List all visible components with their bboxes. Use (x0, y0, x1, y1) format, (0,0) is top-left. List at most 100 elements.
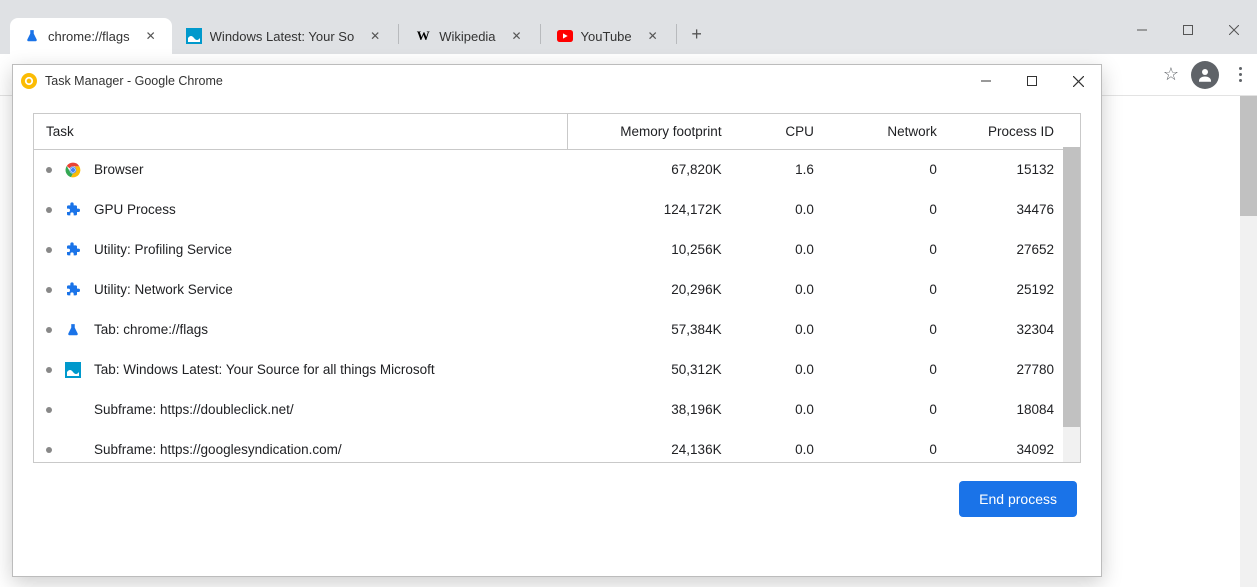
tab-strip: chrome://flags ✕ Windows Latest: Your So… (0, 14, 1257, 54)
task-table-scrollbar[interactable] (1063, 147, 1080, 462)
task-memory: 124,172K (567, 190, 741, 230)
close-icon[interactable]: ✕ (646, 29, 660, 43)
task-memory: 20,296K (567, 270, 741, 310)
task-network: 0 (834, 350, 957, 390)
maximize-button[interactable] (1009, 65, 1055, 97)
task-pid: 25192 (957, 270, 1080, 310)
column-header-cpu[interactable]: CPU (742, 114, 834, 150)
task-name: GPU Process (94, 202, 176, 217)
column-header-pid[interactable]: Process ID (957, 114, 1080, 150)
task-name: Subframe: https://doubleclick.net/ (94, 402, 294, 417)
extension-icon (64, 201, 82, 219)
close-button[interactable] (1211, 14, 1257, 46)
end-process-button[interactable]: End process (959, 481, 1077, 517)
column-header-network[interactable]: Network (834, 114, 957, 150)
tab-windows-latest[interactable]: Windows Latest: Your So ✕ (172, 18, 397, 54)
task-manager-window: Task Manager - Google Chrome Task Memory… (12, 64, 1102, 577)
status-dot-icon (46, 367, 52, 373)
task-table-container: Task Memory footprint CPU Network Proces… (33, 113, 1081, 463)
task-network: 0 (834, 270, 957, 310)
page-scrollbar-thumb[interactable] (1240, 96, 1257, 216)
task-name: Subframe: https://googlesyndication.com/ (94, 442, 342, 457)
task-pid: 34476 (957, 190, 1080, 230)
task-cpu: 0.0 (742, 230, 834, 270)
task-memory: 67,820K (567, 150, 741, 190)
task-pid: 27652 (957, 230, 1080, 270)
flask-icon (24, 28, 40, 44)
column-header-task[interactable]: Task (34, 114, 567, 150)
task-row[interactable]: GPU Process 124,172K0.0034476 (34, 190, 1080, 230)
status-dot-icon (46, 167, 52, 173)
task-network: 0 (834, 390, 957, 430)
tab-label: Windows Latest: Your So (210, 29, 355, 44)
no-icon (64, 441, 82, 459)
task-network: 0 (834, 150, 957, 190)
maximize-button[interactable] (1165, 14, 1211, 46)
status-dot-icon (46, 327, 52, 333)
page-scrollbar[interactable] (1240, 96, 1257, 587)
task-row[interactable]: Tab: chrome://flags57,384K0.0032304 (34, 310, 1080, 350)
kebab-menu-icon[interactable] (1231, 67, 1249, 82)
task-manager-icon (21, 73, 37, 89)
task-memory: 38,196K (567, 390, 741, 430)
task-name: Browser (94, 162, 144, 177)
task-manager-window-controls (963, 65, 1101, 97)
tab-separator (540, 24, 541, 44)
status-dot-icon (46, 207, 52, 213)
minimize-button[interactable] (1119, 14, 1165, 46)
task-name: Tab: Windows Latest: Your Source for all… (94, 362, 435, 377)
task-cpu: 0.0 (742, 270, 834, 310)
windows-latest-icon (64, 361, 82, 379)
task-network: 0 (834, 190, 957, 230)
task-manager-title: Task Manager - Google Chrome (45, 74, 223, 88)
tab-label: Wikipedia (439, 29, 495, 44)
task-network: 0 (834, 310, 957, 350)
close-button[interactable] (1055, 65, 1101, 97)
column-header-memory[interactable]: Memory footprint (567, 114, 741, 150)
task-network: 0 (834, 230, 957, 270)
status-dot-icon (46, 287, 52, 293)
task-cpu: 0.0 (742, 310, 834, 350)
minimize-button[interactable] (963, 65, 1009, 97)
browser-titlebar-space (0, 0, 1257, 14)
task-name: Tab: chrome://flags (94, 322, 208, 337)
windows-latest-icon (186, 28, 202, 44)
task-row[interactable]: Utility: Profiling Service10,256K0.00276… (34, 230, 1080, 270)
task-row[interactable]: Utility: Network Service 20,296K0.0025192 (34, 270, 1080, 310)
task-row[interactable]: Subframe: https://googlesyndication.com/… (34, 430, 1080, 464)
task-row[interactable]: Tab: Windows Latest: Your Source for all… (34, 350, 1080, 390)
task-memory: 50,312K (567, 350, 741, 390)
tab-label: YouTube (581, 29, 632, 44)
tab-wikipedia[interactable]: W Wikipedia ✕ (401, 18, 537, 54)
task-pid: 15132 (957, 150, 1080, 190)
status-dot-icon (46, 447, 52, 453)
task-table: Task Memory footprint CPU Network Proces… (34, 114, 1080, 463)
task-pid: 34092 (957, 430, 1080, 464)
tab-separator (676, 24, 677, 44)
close-icon[interactable]: ✕ (144, 29, 158, 43)
task-cpu: 0.0 (742, 190, 834, 230)
new-tab-button[interactable]: + (683, 20, 711, 48)
profile-avatar-icon[interactable] (1191, 61, 1219, 89)
task-manager-titlebar[interactable]: Task Manager - Google Chrome (13, 65, 1101, 97)
close-icon[interactable]: ✕ (368, 29, 382, 43)
task-table-scrollbar-thumb[interactable] (1063, 147, 1080, 427)
task-name: Utility: Profiling Service (94, 242, 232, 257)
close-icon[interactable]: ✕ (510, 29, 524, 43)
extension-icon (64, 281, 82, 299)
status-dot-icon (46, 407, 52, 413)
flask-icon (64, 321, 82, 339)
tab-separator (398, 24, 399, 44)
tab-youtube[interactable]: YouTube ✕ (543, 18, 674, 54)
task-row[interactable]: Browser67,820K1.6015132 (34, 150, 1080, 190)
tab-chrome-flags[interactable]: chrome://flags ✕ (10, 18, 172, 54)
status-dot-icon (46, 247, 52, 253)
task-row[interactable]: Subframe: https://doubleclick.net/38,196… (34, 390, 1080, 430)
task-cpu: 0.0 (742, 390, 834, 430)
task-name: Utility: Network Service (94, 282, 233, 297)
bookmark-star-icon[interactable]: ☆ (1163, 64, 1179, 85)
task-cpu: 0.0 (742, 430, 834, 464)
task-pid: 32304 (957, 310, 1080, 350)
no-icon (64, 401, 82, 419)
youtube-icon (557, 28, 573, 44)
